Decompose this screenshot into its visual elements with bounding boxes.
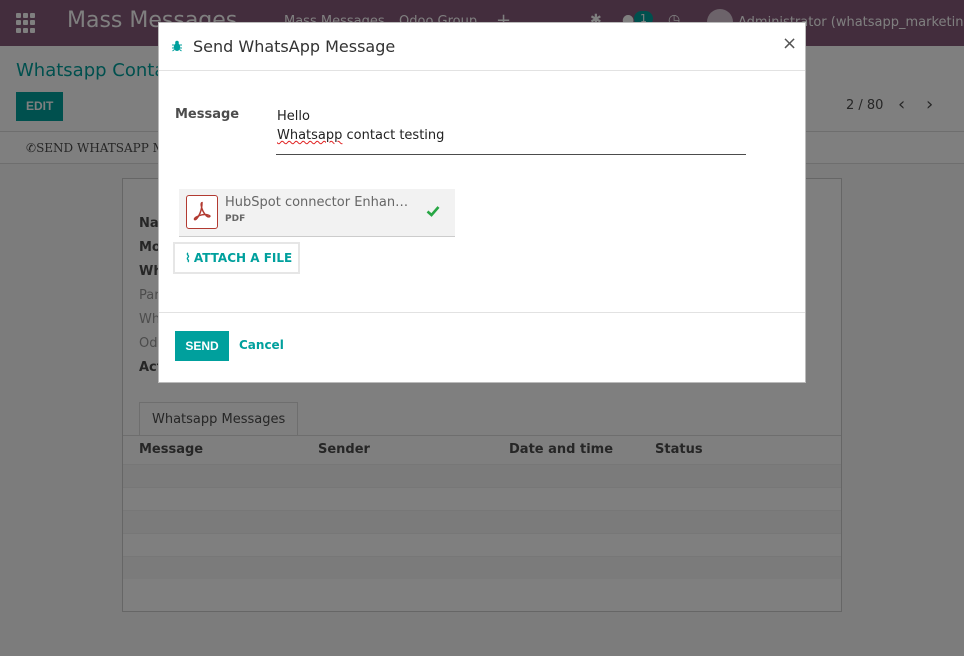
dialog-header: Send WhatsApp Message × — [159, 23, 805, 71]
bug-icon — [172, 40, 182, 52]
message-line-1: Hello — [277, 109, 310, 124]
cancel-button[interactable]: Cancel — [239, 338, 284, 352]
attach-file-button[interactable]: ⌇ ATTACH A FILE — [173, 242, 300, 274]
message-textarea[interactable]: Hello Whatsapp contact testing — [276, 107, 746, 155]
attachment-extension: PDF — [225, 214, 246, 224]
attachment-name: HubSpot connector Enhanced ... — [225, 195, 411, 210]
attach-file-label: ATTACH A FILE — [193, 251, 293, 265]
message-label: Message — [175, 107, 240, 122]
check-icon — [426, 206, 440, 217]
attachment-item[interactable]: HubSpot connector Enhanced ... PDF — [179, 189, 455, 237]
close-icon[interactable]: × — [782, 33, 797, 54]
dialog-footer: SEND Cancel — [159, 312, 805, 382]
spellcheck-word: Whatsapp — [277, 128, 343, 143]
send-whatsapp-dialog: Send WhatsApp Message × Message Hello Wh… — [158, 22, 806, 383]
send-button[interactable]: SEND — [175, 331, 229, 361]
message-line-2: Whatsapp contact testing — [277, 126, 746, 145]
dialog-title: Send WhatsApp Message — [193, 37, 396, 56]
paperclip-icon: ⌇ — [185, 251, 191, 265]
message-line-2-rest: contact testing — [342, 128, 445, 143]
pdf-file-icon — [186, 195, 218, 229]
